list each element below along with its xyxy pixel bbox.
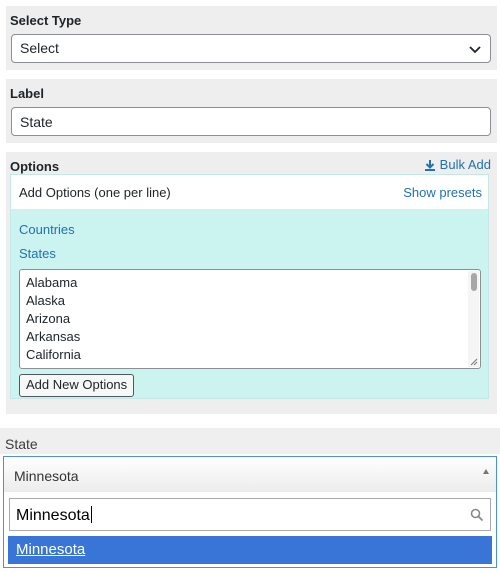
- label-input[interactable]: [11, 107, 491, 136]
- textarea-scroll-thumb[interactable]: [471, 273, 477, 291]
- state-preview: State Minnesota Minnesota Minnesota: [0, 428, 500, 573]
- add-options-header: Add Options (one per line) Show presets: [11, 175, 488, 209]
- select-type-value: Select: [20, 40, 59, 56]
- text-caret: [90, 506, 92, 523]
- options-label: Options: [10, 159, 60, 174]
- search-result-label: Minnesota: [16, 541, 86, 558]
- select-type-panel: Select Type Select: [6, 6, 497, 70]
- bulk-add-link[interactable]: Bulk Add: [424, 157, 491, 172]
- download-icon: [424, 159, 435, 171]
- textarea-line: Alaska: [26, 293, 66, 308]
- bulk-add-label: Bulk Add: [439, 157, 491, 172]
- textarea-line: Alabama: [26, 275, 78, 290]
- show-presets-link[interactable]: Show presets: [403, 185, 482, 200]
- state-select-value: Minnesota: [14, 468, 79, 484]
- preset-states[interactable]: States: [19, 246, 56, 261]
- chevron-down-icon: [469, 46, 481, 54]
- textarea-line: California: [26, 347, 81, 362]
- search-result-item[interactable]: Minnesota: [8, 536, 492, 564]
- state-label-strip: State: [0, 428, 500, 454]
- state-label: State: [5, 436, 38, 452]
- state-select-current[interactable]: Minnesota: [4, 457, 496, 492]
- textarea-line: Arizona: [26, 311, 71, 326]
- preset-countries[interactable]: Countries: [19, 222, 75, 237]
- add-options-title: Add Options (one per line): [19, 185, 171, 200]
- add-options-box: Add Options (one per line) Show presets …: [10, 174, 489, 399]
- label-panel: Label: [6, 79, 497, 143]
- caret-up-icon: [483, 469, 489, 474]
- state-select[interactable]: Minnesota Minnesota Minnesota: [3, 456, 497, 568]
- search-icon: [470, 508, 484, 522]
- select-type-label: Select Type: [10, 13, 82, 28]
- options-panel: Options Bulk Add Add Options (one per li…: [6, 152, 497, 414]
- resize-grip-icon[interactable]: [470, 358, 478, 366]
- search-value: Minnesota: [16, 507, 90, 524]
- state-search-input[interactable]: Minnesota: [9, 498, 491, 531]
- textarea-line: Arkansas: [26, 329, 81, 344]
- label-field-label: Label: [10, 86, 44, 101]
- add-new-options-button[interactable]: Add New Options: [19, 374, 135, 397]
- select-type-dropdown[interactable]: Select: [11, 34, 491, 63]
- options-textarea[interactable]: Alabama Alaska Arizona Arkansas Californ…: [19, 269, 481, 369]
